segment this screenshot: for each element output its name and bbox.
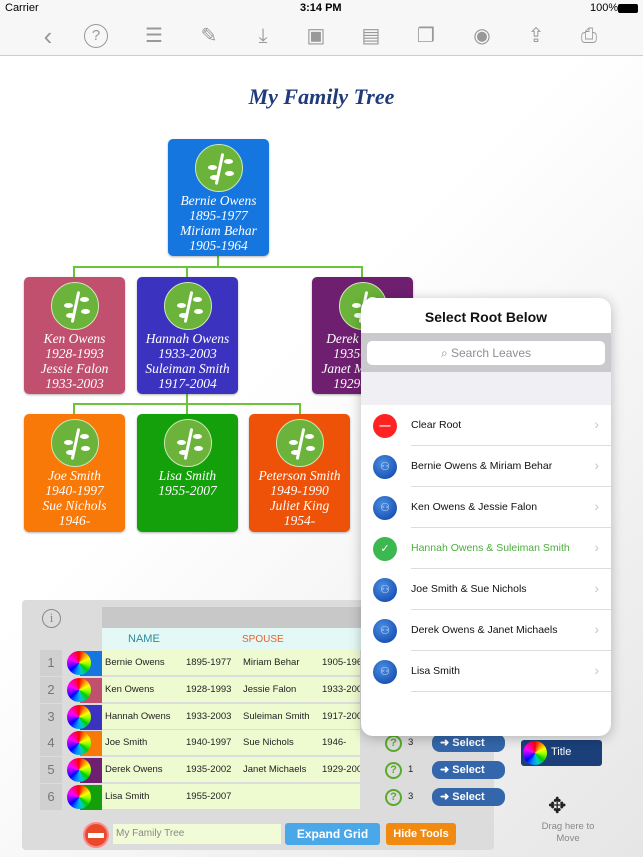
name-header[interactable]: NAME	[128, 633, 160, 645]
root-option[interactable]: ✓ Hannah Owens & Suleiman Smith ›	[361, 528, 611, 569]
root-option[interactable]: ⚇ Bernie Owens & Miriam Behar ›	[361, 446, 611, 487]
popover-title: Select Root Below	[424, 309, 548, 325]
expand-grid-button[interactable]: Expand Grid	[285, 823, 380, 845]
share-icon[interactable]: ⇪	[522, 22, 550, 50]
search-icon: ⌕	[440, 346, 451, 360]
chevron-right-icon: ›	[594, 457, 599, 473]
root-option[interactable]: ⚇ Ken Owens & Jessie Falon ›	[361, 487, 611, 528]
drag-handle-label[interactable]: Drag here to Move	[530, 821, 606, 845]
family-icon: ⚇	[373, 578, 397, 602]
family-icon: ⚇	[373, 660, 397, 684]
camera-icon[interactable]: ◉	[468, 22, 496, 50]
tree-name-input[interactable]: My Family Tree	[113, 824, 281, 844]
leaf-icon	[164, 282, 212, 330]
title-button[interactable]: Title	[521, 740, 602, 766]
battery-icon	[618, 4, 638, 13]
download-icon[interactable]: ⤓	[249, 22, 277, 50]
carrier: Carrier	[5, 2, 39, 14]
help-icon[interactable]: ?	[385, 789, 402, 806]
family-icon: ⚇	[373, 619, 397, 643]
help-icon[interactable]: ?	[84, 24, 108, 48]
color-wheel-icon[interactable]	[67, 785, 91, 809]
clear-icon[interactable]	[83, 822, 109, 848]
tree-node[interactable]: Peterson Smith 1949-1990 Juliet King 1954-	[249, 414, 350, 532]
select-button[interactable]: ➜ Select	[432, 734, 505, 753]
minus-circle-icon: —	[373, 414, 397, 438]
back-icon[interactable]: ‹	[34, 22, 62, 50]
chevron-right-icon: ›	[594, 662, 599, 678]
chevron-right-icon: ›	[594, 539, 599, 555]
color-wheel-icon[interactable]	[67, 677, 91, 702]
color-wheel-icon	[523, 741, 547, 765]
chevron-right-icon: ›	[594, 416, 599, 432]
status-bar: Carrier 3:14 PM 100%	[0, 0, 643, 16]
leaf-icon	[51, 419, 99, 467]
leaf-icon	[51, 282, 99, 330]
chevron-right-icon: ›	[594, 580, 599, 596]
archive-icon[interactable]: ▤	[357, 22, 385, 50]
family-icon: ⚇	[373, 455, 397, 479]
leaf-icon	[195, 144, 243, 192]
root-option[interactable]: ⚇ Lisa Smith ›	[361, 651, 611, 692]
check-circle-icon: ✓	[373, 537, 397, 561]
list-icon[interactable]: ☰	[140, 22, 168, 50]
select-button[interactable]: ➜ Select	[432, 788, 505, 806]
tree-node[interactable]: Bernie Owens 1895-1977 Miriam Behar 1905-19…	[168, 139, 269, 256]
root-option[interactable]: ⚇ Joe Smith & Sue Nichols ›	[361, 569, 611, 610]
spouse-header[interactable]: SPOUSE	[242, 634, 284, 645]
info-icon[interactable]: i	[42, 609, 61, 628]
tree-node[interactable]: Ken Owens 1928-1993 Jessie Falon 1933-2003	[24, 277, 125, 394]
pages-icon[interactable]: ❐	[412, 22, 440, 50]
tree-node[interactable]: Joe Smith 1940-1997 Sue Nichols 1946-	[24, 414, 125, 532]
color-wheel-icon[interactable]	[67, 704, 91, 729]
tree-node[interactable]: Hannah Owens 1933-2003 Suleiman Smith 1917-…	[137, 277, 238, 394]
select-button[interactable]: ➜ Select	[432, 761, 505, 780]
leaf-icon	[276, 419, 324, 467]
print-icon[interactable]: ⎙	[575, 22, 603, 50]
select-root-popover: Select Root Below ⌕ Search Leaves — Clear…	[361, 298, 611, 736]
leaf-icon	[164, 419, 212, 467]
battery: 100%	[590, 2, 619, 14]
search-input[interactable]: ⌕ Search Leaves	[367, 341, 605, 365]
root-option[interactable]: ⚇ Derek Owens & Janet Michaels ›	[361, 610, 611, 651]
chevron-right-icon: ›	[594, 498, 599, 514]
tree-node[interactable]: Lisa Smith 1955-2007	[137, 414, 238, 532]
color-wheel-icon[interactable]	[67, 651, 91, 675]
hide-tools-button[interactable]: Hide Tools	[386, 823, 456, 845]
family-icon: ⚇	[373, 496, 397, 520]
edit-icon[interactable]: ✎	[195, 22, 223, 50]
move-icon[interactable]: ✥	[548, 793, 566, 819]
clock: 3:14 PM	[300, 2, 342, 14]
page-title[interactable]: My Family Tree	[0, 84, 643, 110]
root-option[interactable]: — Clear Root ›	[361, 405, 611, 446]
chevron-right-icon: ›	[594, 621, 599, 637]
toolbar: ‹ ? ☰ ✎ ⤓ ▣ ▤ ❐ ◉ ⇪ ⎙	[0, 16, 643, 56]
save-icon[interactable]: ▣	[302, 22, 330, 50]
color-wheel-icon[interactable]	[67, 758, 91, 783]
